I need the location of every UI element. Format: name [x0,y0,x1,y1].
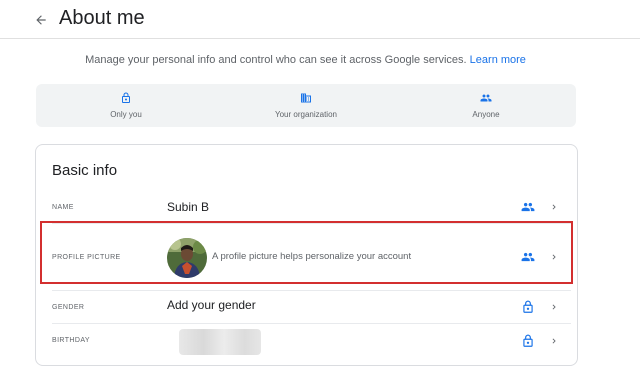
back-button[interactable] [30,9,52,31]
legend-your-organization: Your organization [216,84,396,127]
name-value: Subin B [167,200,210,214]
birthday-row[interactable]: BIRTHDAY [52,324,571,362]
lock-icon [523,300,533,313]
gender-row[interactable]: GENDER Add your gender [52,291,571,324]
arrow-back-icon [36,15,46,25]
intro-description: Manage your personal info and control wh… [85,54,467,66]
chevron-right-icon [552,204,556,210]
chevron-right-icon [552,254,556,260]
legend-anyone: Anyone [396,84,576,127]
organization-icon [301,93,311,103]
learn-more-link[interactable]: Learn more [470,54,526,66]
legend-label: Your organization [275,110,337,119]
profile-photo [167,238,207,278]
intro-text: Manage your personal info and control wh… [0,54,611,66]
chevron-right-icon [552,304,556,310]
birthday-value-blurred [179,329,261,355]
lock-icon [523,334,533,347]
legend-label: Anyone [472,110,500,119]
row-label-name: NAME [52,204,74,211]
profile-picture-row[interactable]: PROFILE PICTURE A profile picture helps … [52,224,571,291]
row-label-birthday: BIRTHDAY [52,337,90,344]
row-label-profile-picture: PROFILE PICTURE [52,254,121,261]
people-icon [521,252,535,262]
chevron-right-icon [552,338,556,344]
top-bar: About me [0,0,640,39]
legend-label: Only you [110,110,142,119]
legend-only-you: Only you [36,84,216,127]
row-label-gender: GENDER [52,304,85,311]
visibility-legend: Only you Your organization Anyone [36,84,576,127]
people-icon [521,202,535,212]
people-icon [480,94,492,102]
avatar[interactable] [167,238,207,278]
gender-value: Add your gender [167,298,256,312]
card-title: Basic info [52,162,118,179]
page-title: About me [59,7,145,29]
lock-icon [122,92,130,103]
basic-info-card: Basic info NAME Subin B PROFILE PICTURE [35,144,578,366]
name-row[interactable]: NAME Subin B [52,189,571,224]
profile-picture-hint: A profile picture helps personalize your… [212,251,412,262]
